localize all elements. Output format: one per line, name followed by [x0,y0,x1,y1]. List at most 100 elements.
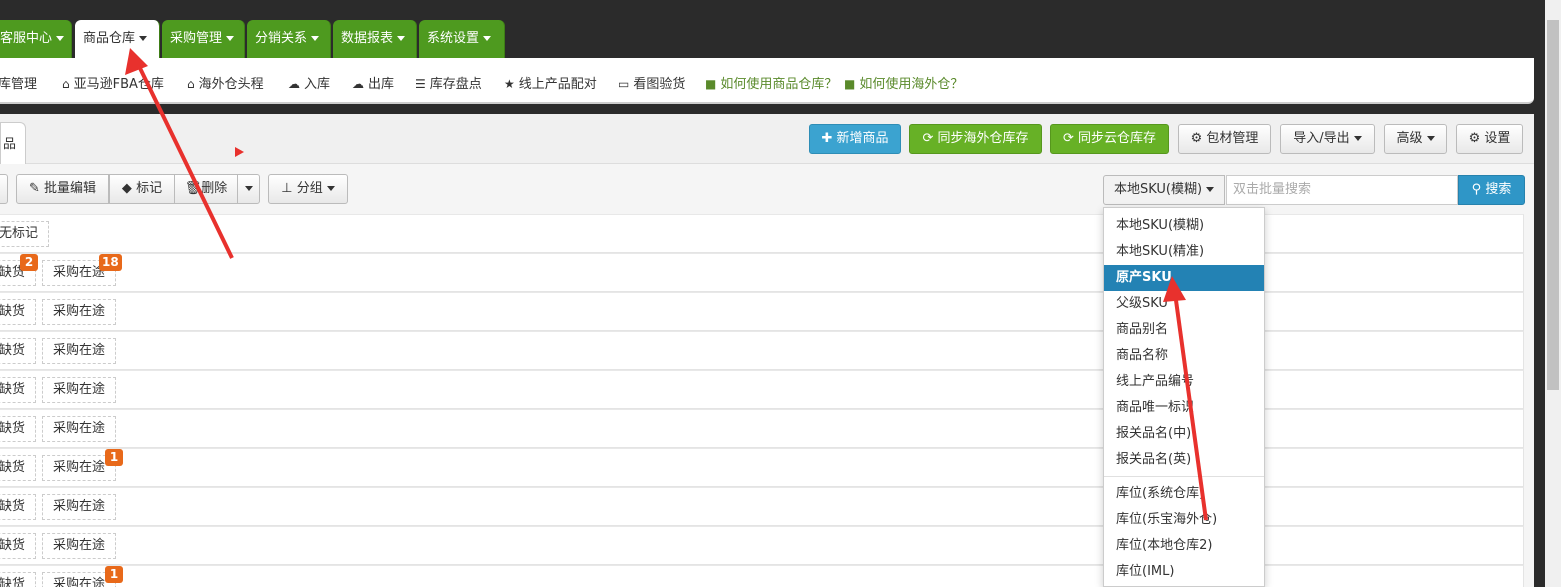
tag-purchase-in-transit[interactable]: 采购在途 [42,377,117,403]
search-icon: ⚲ [1471,182,1486,197]
subnav-visual-inspection[interactable]: ▭ 看图验货 [618,73,685,92]
scrollbar-thumb[interactable] [1547,20,1559,390]
dropdown-divider [1104,476,1264,477]
tag-purchase-in-transit[interactable]: 采购在途 [42,533,117,559]
table-row: 缺货 采购在途 [0,331,1524,370]
video-icon: ■ [705,77,717,91]
cloud-download-icon: ☁ [352,77,364,91]
tag-purchase-in-transit[interactable]: 采购在途 1 [42,449,123,481]
count-badge: 1 [105,566,123,583]
subnav-online-product-match[interactable]: ★ 线上产品配对 [504,73,597,92]
tag-purchase-in-transit[interactable]: 采购在途 [42,338,117,364]
tag-out-of-stock[interactable]: 缺货 [0,572,37,587]
dropdown-item-online-product-id[interactable]: 线上产品编号 [1104,369,1264,395]
dropdown-item-local-sku-fuzzy[interactable]: 本地SKU(模糊) [1104,213,1264,239]
select-all-button[interactable] [0,174,8,204]
tag-icon: ◆ [121,181,137,196]
tag-out-of-stock[interactable]: 缺货 [0,533,37,559]
tag-out-of-stock[interactable]: 缺货 2 [0,254,38,286]
dropdown-item-product-alias[interactable]: 商品别名 [1104,317,1264,343]
table-row: 缺货 采购在途 [0,526,1524,565]
tab-products[interactable]: 品 [0,122,26,164]
monitor-icon: ▭ [618,77,630,91]
dropdown-item-local-sku-exact[interactable]: 本地SKU(精准) [1104,239,1264,265]
tag-out-of-stock[interactable]: 缺货 [0,338,37,364]
search-type-select[interactable]: 本地SKU(模糊) [1103,175,1225,205]
settings-button[interactable]: ⚙ 设置 [1456,124,1523,154]
caret-down-icon [226,36,235,41]
table-row: 无标记 [0,214,1524,253]
caret-down-icon [311,36,320,41]
sync-overseas-stock-button[interactable]: ⟳ 同步海外仓库存 [909,124,1042,154]
edit-icon: ✎ [28,181,44,196]
nav-tab-customer-service[interactable]: 客服中心 [0,20,72,58]
count-badge: 2 [20,254,38,271]
subnav-outbound[interactable]: ☁ 出库 [352,73,394,92]
subnav-overseas-first-leg[interactable]: ⌂ 海外仓头程 [187,73,264,92]
packaging-management-button[interactable]: ⚙ 包材管理 [1178,124,1271,154]
nav-tab-system-settings[interactable]: 系统设置 [419,20,505,58]
tag-out-of-stock[interactable]: 缺货 [0,299,37,325]
sync-cloud-stock-button[interactable]: ⟳ 同步云仓库存 [1050,124,1169,154]
caret-down-icon [483,36,492,41]
dropdown-item-product-unique-id[interactable]: 商品唯一标识 [1104,395,1264,421]
subnav-help-product-warehouse[interactable]: ■ 如何使用商品仓库？ [705,73,837,92]
subnav-amazon-fba[interactable]: ⌂ 亚马逊FBA仓库 [62,73,164,92]
dropdown-item-location-lebao[interactable]: 库位(乐宝海外仓) [1104,507,1264,533]
table-row: 缺货 采购在途 1 [0,565,1524,587]
dropdown-item-parent-sku[interactable]: 父级SKU [1104,291,1264,317]
caret-down-icon [326,186,335,191]
search-button[interactable]: ⚲ 搜索 [1458,175,1525,205]
table-row: 缺货 采购在途 [0,409,1524,448]
search-type-dropdown-menu: 本地SKU(模糊) 本地SKU(精准) 原产SKU 父级SKU 商品别名 商品名… [1103,207,1265,587]
add-product-button[interactable]: ✚ 新增商品 [809,124,901,154]
subnav-stocktaking[interactable]: ☰ 库存盘点 [415,73,482,92]
tag-out-of-stock[interactable]: 缺货 [0,416,37,442]
dropdown-item-location-iml[interactable]: 库位(IML) [1104,559,1264,585]
nav-tab-reports[interactable]: 数据报表 [333,20,417,58]
dropdown-item-customs-name-cn[interactable]: 报关品名(中) [1104,421,1264,447]
batch-search-input[interactable]: 双击批量搜索 [1226,175,1458,205]
subnav-inbound[interactable]: ☁ 入库 [288,73,330,92]
tag-out-of-stock[interactable]: 缺货 [0,494,37,520]
group-button[interactable]: ⊥ 分组 [268,174,348,204]
tag-purchase-in-transit[interactable]: 采购在途 1 [42,566,123,587]
top-navigation: 客服中心 商品仓库 采购管理 分销关系 数据报表 系统设置 [0,0,1545,58]
tag-purchase-in-transit[interactable]: 采购在途 18 [42,254,122,286]
mark-button[interactable]: ◆ 标记 [109,174,175,204]
dropdown-item-original-sku[interactable]: 原产SKU [1104,265,1264,291]
nav-tab-product-warehouse[interactable]: 商品仓库 [75,20,160,58]
delete-dropdown-toggle[interactable] [237,174,260,204]
import-export-button[interactable]: 导入/导出 [1280,124,1375,154]
tag-purchase-in-transit[interactable]: 采购在途 [42,494,117,520]
table-row: 缺货 采购在途 [0,487,1524,526]
caret-down-icon [397,36,406,41]
delete-button[interactable]: 🗑删除 [174,174,238,204]
tag-out-of-stock[interactable]: 缺货 [0,377,37,403]
page-scrollbar[interactable] [1545,0,1561,587]
nav-tab-distribution[interactable]: 分销关系 [247,20,331,58]
tag-purchase-in-transit[interactable]: 采购在途 [42,416,117,442]
dropdown-item-location-local2[interactable]: 库位(本地仓库2) [1104,533,1264,559]
dropdown-item-product-name[interactable]: 商品名称 [1104,343,1264,369]
batch-edit-button[interactable]: ✎ 批量编辑 [16,174,109,204]
caret-down-icon [1206,187,1215,192]
tag-out-of-stock[interactable]: 缺货 [0,455,37,481]
caret-down-icon [1426,136,1435,141]
tag-no-mark[interactable]: 无标记 [0,221,50,247]
caret-down-icon [139,36,148,41]
gear-icon: ⚙ [1190,131,1207,146]
subnav-help-overseas[interactable]: ■ 如何使用海外仓？ [844,73,963,92]
gear-icon: ⚙ [1468,131,1485,146]
content-panel: 品 ✚ 新增商品 ⟳ 同步海外仓库存 ⟳ 同步云仓库存 ⚙ 包材管理 导入/导出… [0,114,1534,587]
tag-purchase-in-transit[interactable]: 采购在途 [42,299,117,325]
dropdown-item-customs-name-en[interactable]: 报关品名(英) [1104,447,1264,473]
list-icon: ☰ [415,77,426,91]
video-icon: ■ [844,77,856,91]
table-row: 缺货 采购在途 1 [0,448,1524,487]
nav-tab-purchasing[interactable]: 采购管理 [162,20,245,58]
subnav-warehouse-management[interactable]: 库管理 [0,73,37,92]
advanced-button[interactable]: 高级 [1384,124,1447,154]
panel-header: 品 ✚ 新增商品 ⟳ 同步海外仓库存 ⟳ 同步云仓库存 ⚙ 包材管理 导入/导出… [0,114,1534,164]
dropdown-item-location-system[interactable]: 库位(系统仓库) [1104,481,1264,507]
